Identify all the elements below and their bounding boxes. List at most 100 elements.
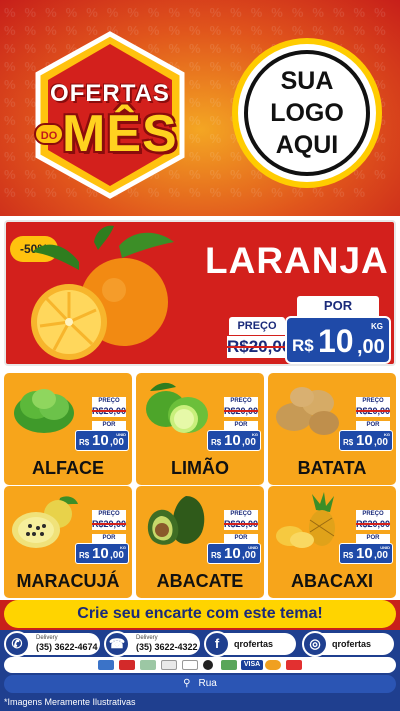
- phone-label: Delivery: [136, 635, 158, 641]
- location-pin-icon: ⚲: [183, 678, 191, 689]
- price-int: 10: [356, 432, 373, 449]
- price-cents: ,00: [242, 437, 256, 448]
- feature-old-price-value: R$20,00: [227, 337, 292, 356]
- payment-methods-bar: [4, 657, 396, 673]
- old-price: R$20,00: [92, 519, 126, 530]
- feature-unit: KG: [371, 322, 383, 331]
- old-price: R$20,00: [224, 406, 258, 417]
- old-price-value: R$20,00: [92, 406, 127, 416]
- product-card: PREÇO R$20,00 POR R$ 10 ,00 UNID ALFACE: [4, 373, 132, 485]
- card-icon: [221, 660, 237, 670]
- ofertas-do-mes-badge: OFERTAS DO MÊS: [30, 30, 190, 200]
- feature-por-label: POR: [297, 296, 379, 316]
- price-unit: UNID: [116, 432, 126, 437]
- facebook-handle: qrofertas: [234, 639, 274, 649]
- product-name: ALFACE: [32, 458, 104, 478]
- product-name: LIMÃO: [171, 458, 229, 478]
- new-price: R$ 10 ,00 KG: [75, 543, 129, 564]
- product-name: MARACUJÁ: [16, 571, 120, 591]
- instagram-icon: ◎: [302, 631, 328, 657]
- product-card: PREÇO R$20,00 POR R$ 10 ,00 UNID ABACATE: [136, 486, 264, 598]
- price-int: 10: [224, 545, 241, 562]
- whatsapp-icon: ✆: [4, 631, 30, 657]
- preco-label: PREÇO: [356, 510, 390, 519]
- preco-label: PREÇO: [92, 510, 126, 519]
- whatsapp-label: Delivery: [36, 635, 58, 641]
- passion-fruit-icon: [12, 496, 78, 548]
- instagram-handle: qrofertas: [332, 639, 372, 649]
- old-price-value: R$20,00: [224, 519, 259, 529]
- price-int: 10: [92, 432, 109, 449]
- old-price-value: R$20,00: [356, 519, 391, 529]
- logo-placeholder: SUA LOGO AQUI: [232, 38, 382, 188]
- price-int: 10: [224, 432, 241, 449]
- product-name: BATATA: [297, 458, 367, 478]
- price-unit: UNID: [380, 545, 390, 550]
- disclaimer-text: *Imagens Meramente Ilustrativas: [4, 697, 136, 707]
- por-label: POR: [356, 421, 390, 430]
- card-icon: [140, 660, 156, 670]
- whatsapp-number: (35) 3622-4674: [36, 642, 98, 652]
- currency: R$: [79, 438, 90, 447]
- product-card: PREÇO R$20,00 POR R$ 10 ,00 KG BATATA: [268, 373, 396, 485]
- new-price: R$ 10 ,00 KG: [207, 430, 261, 451]
- price-unit: UNID: [248, 545, 258, 550]
- por-label: POR: [356, 534, 390, 543]
- price-cents: ,00: [110, 550, 124, 561]
- old-price: R$20,00: [356, 406, 390, 417]
- facebook-icon: f: [204, 631, 230, 657]
- preco-label: PREÇO: [224, 510, 258, 519]
- old-price-value: R$20,00: [224, 406, 259, 416]
- price-int: 10: [92, 545, 109, 562]
- mastercard-icon: [265, 660, 281, 670]
- product-card: PREÇO R$20,00 POR R$ 10 ,00 UNID ABACAXI: [268, 486, 396, 598]
- avocado-icon: [147, 496, 205, 545]
- pineapple-icon: [276, 492, 335, 548]
- old-price: R$20,00: [92, 406, 126, 417]
- phone-icon: ☎: [104, 631, 130, 657]
- facebook-contact[interactable]: f qrofertas: [204, 631, 296, 657]
- currency: R$: [79, 551, 90, 560]
- currency: R$: [343, 438, 354, 447]
- old-price-value: R$20,00: [356, 406, 391, 416]
- phone-contact[interactable]: ☎ Delivery (35) 3622-4322: [104, 631, 200, 657]
- new-price: R$ 10 ,00 UNID: [207, 543, 261, 564]
- feature-title: LARANJA: [205, 240, 389, 281]
- feature-preco-label: PREÇO: [229, 317, 285, 335]
- card-icon: [182, 660, 198, 670]
- feature-price-int: 10: [318, 323, 354, 359]
- header-banner: %%%%%%%%%%%%%%%%%%%%%%%%%%%%%%%%%%%%%%%%…: [0, 0, 400, 216]
- feature-price-cents: ,00: [357, 336, 385, 358]
- price-int: 10: [356, 545, 373, 562]
- old-price: R$20,00: [224, 519, 258, 530]
- logo-line-1: SUA: [280, 67, 334, 95]
- por-label: POR: [92, 534, 126, 543]
- cta-banner[interactable]: Crie seu encarte com este tema!: [4, 600, 396, 628]
- currency: R$: [211, 438, 222, 447]
- por-label: POR: [224, 421, 258, 430]
- currency: R$: [343, 551, 354, 560]
- por-label: POR: [224, 534, 258, 543]
- street-text: Rua: [198, 678, 217, 689]
- old-price-value: R$20,00: [92, 519, 127, 529]
- whatsapp-contact[interactable]: ✆ Delivery (35) 3622-4674: [4, 631, 100, 657]
- card-icon: [119, 660, 135, 670]
- card-icon: [98, 660, 114, 670]
- old-price: R$20,00: [356, 519, 390, 530]
- product-name: ABACAXI: [290, 571, 373, 591]
- orange-fruit-icon: [31, 225, 174, 360]
- phone-number: (35) 3622-4322: [136, 642, 198, 652]
- instagram-contact[interactable]: ◎ qrofertas: [302, 631, 394, 657]
- logo-line-3: AQUI: [275, 131, 339, 159]
- lime-icon: [146, 382, 208, 433]
- price-unit: KG: [120, 545, 126, 550]
- new-price: R$ 10 ,00 KG: [339, 430, 393, 451]
- price-unit: KG: [384, 432, 390, 437]
- product-card: PREÇO R$20,00 POR R$ 10 ,00 KG LIMÃO: [136, 373, 264, 485]
- currency: R$: [211, 551, 222, 560]
- new-price: R$ 10 ,00 UNID: [75, 430, 129, 451]
- logo-line-2: LOGO: [270, 99, 344, 127]
- address-bar[interactable]: ⚲ Rua: [4, 675, 396, 693]
- price-unit: KG: [252, 432, 258, 437]
- potato-icon: [276, 387, 339, 435]
